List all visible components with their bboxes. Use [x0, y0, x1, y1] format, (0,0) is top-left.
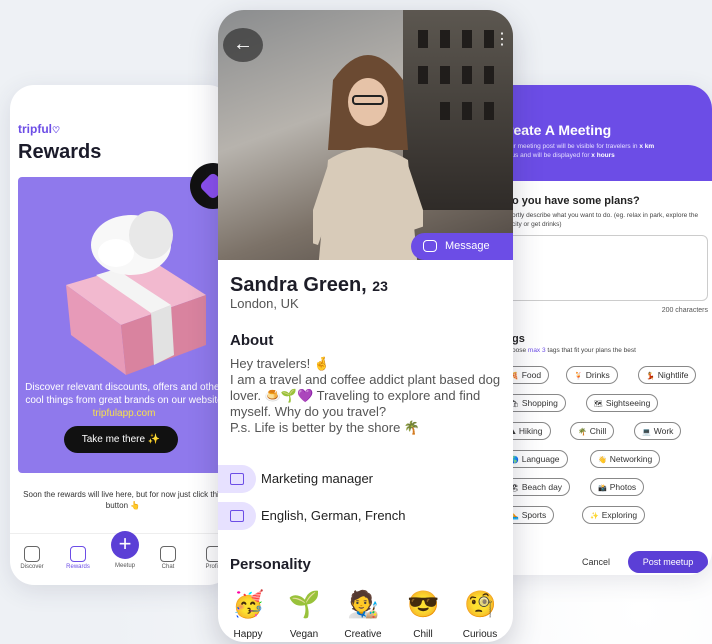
create-meeting-screen: reate A Meeting ur meeting post will be …: [488, 85, 712, 575]
tag-sightseeing[interactable]: 🗺 Sightseeing: [586, 394, 659, 412]
more-options-icon[interactable]: ⋮: [494, 30, 510, 50]
gift-image: [66, 211, 206, 375]
woman-figure: [313, 55, 423, 260]
flag-icon: [230, 510, 244, 522]
tags-heading: gs: [512, 333, 525, 345]
chat-icon: [423, 240, 437, 252]
personality-happy: 🥳 Happy: [232, 589, 265, 640]
plans-description: ortly describe what you want to do. (eg.…: [512, 212, 699, 228]
website-link[interactable]: tripfulapp.com: [93, 408, 156, 419]
plans-textarea[interactable]: [502, 235, 708, 301]
plans-question: o you have some plans?: [512, 195, 640, 207]
tag-nightlife[interactable]: 💃 Nightlife: [638, 366, 697, 384]
tab-rewards[interactable]: Rewards: [58, 546, 98, 570]
tag-work[interactable]: 💻 Work: [634, 422, 682, 440]
rewards-card: Discover relevant discounts, offers and …: [18, 177, 228, 473]
plus-icon: +: [118, 531, 132, 556]
message-button[interactable]: Message: [411, 233, 513, 260]
about-heading: About: [230, 332, 274, 349]
personality-heading: Personality: [230, 556, 311, 573]
rewards-screen: tripful♡ Rewards Discover relevant disco…: [10, 85, 232, 585]
about-text: Hey travelers! 🤞 I am a travel and coffe…: [230, 356, 501, 435]
tag-chill[interactable]: 🌴 Chill: [570, 422, 615, 440]
personality-creative: 🧑‍🎨 Creative: [344, 589, 382, 640]
cancel-button[interactable]: Cancel: [582, 557, 610, 567]
compass-icon: [24, 546, 40, 562]
profile-location: London, UK: [230, 296, 299, 311]
tab-discover[interactable]: Discover: [12, 546, 52, 570]
take-me-there-button[interactable]: Take me there ✨: [64, 426, 178, 453]
briefcase-icon: [230, 473, 244, 485]
back-button[interactable]: ←: [223, 28, 263, 62]
profile-screen: ← ⋮ Message Sandra Green, 23 London, UK …: [218, 10, 513, 642]
gift-icon: [70, 546, 86, 562]
tab-chat[interactable]: Chat: [148, 546, 188, 570]
tags-description: oose max 3 tags that fit your plans the …: [512, 347, 636, 354]
post-meetup-button[interactable]: Post meetup: [628, 551, 708, 573]
personality-vegan: 🌱 Vegan: [288, 589, 321, 640]
meetup-plus-button[interactable]: +: [111, 531, 139, 559]
brand-logo: tripful♡: [18, 122, 61, 136]
tab-meetup-label: Meetup: [114, 563, 135, 569]
character-count: 200 characters: [661, 307, 708, 314]
personality-chill: 😎 Chill: [407, 589, 440, 640]
personality-curious: 🧐 Curious: [462, 589, 498, 640]
rewards-note: Soon the rewards will live here, but for…: [23, 490, 223, 510]
rewards-description: Discover relevant discounts, offers and …: [25, 382, 223, 419]
meeting-subtitle: ur meeting post will be visible for trav…: [510, 143, 655, 159]
profile-name: Sandra Green, 23: [230, 274, 388, 296]
page-title: Rewards: [18, 141, 102, 163]
chat-icon: [160, 546, 176, 562]
tag-photos[interactable]: 📸 Photos: [590, 478, 645, 496]
tag-exploring[interactable]: ✨ Exploring: [582, 506, 646, 524]
tag-networking[interactable]: 👋 Networking: [590, 450, 661, 468]
meeting-header: reate A Meeting ur meeting post will be …: [488, 85, 712, 181]
arrow-left-icon: ←: [233, 33, 253, 55]
tag-drinks[interactable]: 🍹 Drinks: [566, 366, 618, 384]
meeting-title: reate A Meeting: [508, 122, 612, 138]
